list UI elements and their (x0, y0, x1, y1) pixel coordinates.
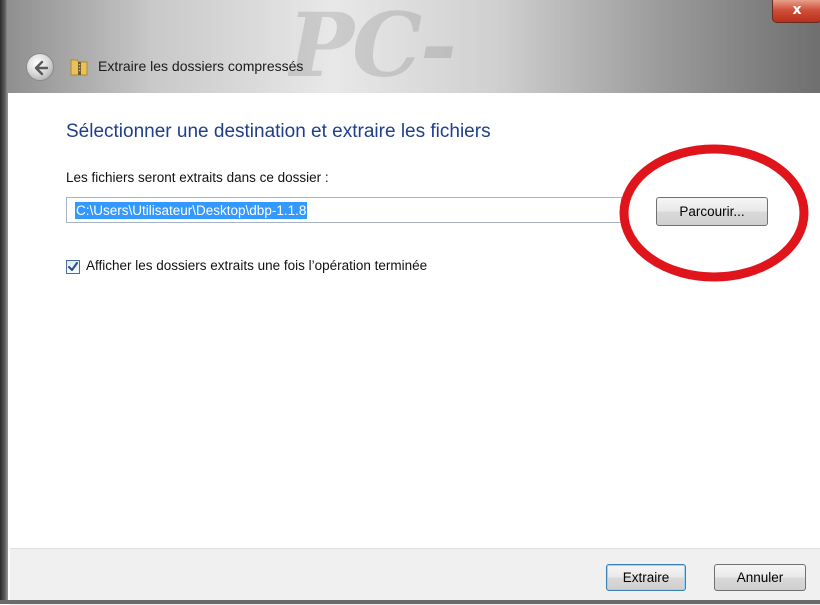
window-bottom-border (0, 600, 820, 604)
checkmark-icon (68, 262, 78, 271)
title-bar: PC-RIB x Extraire les dossiers compressé… (8, 0, 820, 93)
zip-folder-icon (70, 59, 88, 76)
dialog-content: Sélectionner une destination et extraire… (10, 93, 820, 548)
extract-button[interactable]: Extraire (606, 564, 686, 591)
window-frame-edge (0, 0, 8, 604)
destination-label: Les fichiers seront extraits dans ce dos… (66, 170, 329, 185)
show-folders-label: Afficher les dossiers extraits une fois … (86, 258, 428, 273)
page-heading: Sélectionner une destination et extraire… (66, 121, 491, 142)
browse-button[interactable]: Parcourir... (656, 197, 768, 226)
show-folders-checkbox[interactable] (66, 260, 80, 274)
dialog-footer: Extraire Annuler (10, 548, 820, 605)
destination-path-value: C:\Users\Utilisateur\Desktop\dbp-1.1.8 (75, 202, 308, 219)
back-arrow-icon (34, 60, 49, 76)
back-button[interactable] (26, 53, 54, 81)
destination-path-input[interactable]: C:\Users\Utilisateur\Desktop\dbp-1.1.8 (66, 197, 622, 223)
close-button[interactable]: x (772, 0, 820, 23)
cancel-button[interactable]: Annuler (714, 564, 806, 591)
window-title: Extraire les dossiers compressés (98, 58, 304, 74)
title-bar-watermark: PC-RIB (288, 0, 473, 93)
